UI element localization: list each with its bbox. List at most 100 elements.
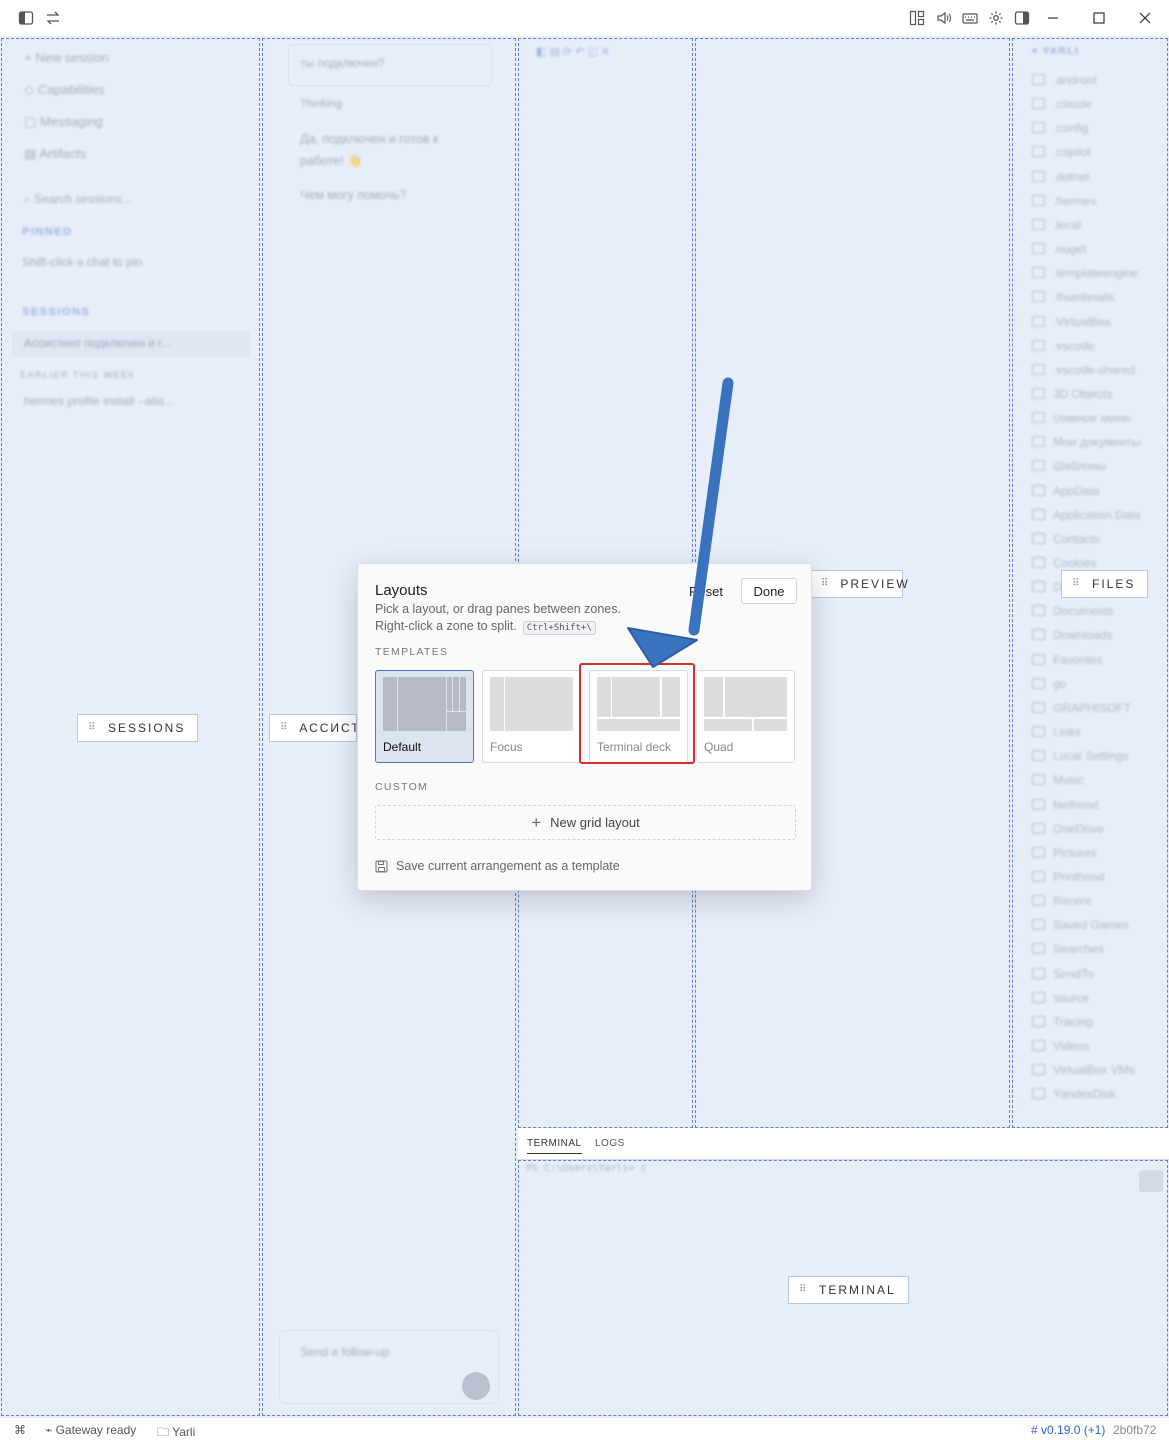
file-list-item[interactable]: .thumbnails <box>1032 290 1114 304</box>
file-list-item[interactable]: Cookies <box>1032 556 1096 570</box>
command-icon[interactable]: ⌘ <box>14 1423 26 1437</box>
file-list-item[interactable]: Application Data <box>1032 508 1140 522</box>
file-list-item[interactable]: Downloads <box>1032 628 1112 642</box>
template-focus[interactable]: Focus <box>482 670 581 763</box>
keyboard-icon[interactable] <box>960 8 980 28</box>
tab-logs[interactable]: LOGS <box>595 1138 625 1149</box>
layout-icon[interactable] <box>907 8 927 28</box>
thinking-label[interactable]: Thinking <box>300 98 342 110</box>
file-list-item[interactable]: .templateengine <box>1032 266 1138 280</box>
file-list-item[interactable]: Pictures <box>1032 846 1096 860</box>
file-list-item[interactable]: VirtualBox VMs <box>1032 1063 1135 1077</box>
file-list-item[interactable]: .VirtualBox <box>1032 315 1111 329</box>
file-list-item[interactable]: Nethood <box>1032 798 1098 812</box>
file-list-item[interactable]: .vscode <box>1032 339 1094 353</box>
file-list-item[interactable]: 3D Objects <box>1032 387 1112 401</box>
file-list-item[interactable]: .claude <box>1032 97 1092 111</box>
shortcut-badge: Ctrl+Shift+\ <box>522 621 596 635</box>
sidebar-toggle-icon[interactable] <box>16 8 36 28</box>
file-list-item[interactable]: Contacts <box>1032 532 1100 546</box>
file-list-item[interactable]: .dotnet <box>1032 170 1090 184</box>
tab-terminal[interactable]: TERMINAL <box>527 1138 582 1154</box>
nav-artifacts[interactable]: ▤ Artifacts <box>24 146 86 162</box>
assistant-message-line1: Да, подключен и готов к <box>300 132 439 146</box>
file-list-item[interactable]: Music <box>1032 773 1084 787</box>
file-list-item[interactable]: Tracing <box>1032 1015 1093 1029</box>
file-list-item[interactable]: GRAPHISOFT <box>1032 701 1131 715</box>
preview-zone-label[interactable]: ⠿ PREVIEW <box>810 570 908 598</box>
drag-handle-icon[interactable]: ⠿ <box>799 1285 807 1295</box>
earlier-session-item[interactable]: hermes profile install --alia... <box>24 394 174 408</box>
title-bar <box>0 0 1169 36</box>
file-list-item[interactable]: .local <box>1032 218 1081 232</box>
maximize-icon[interactable] <box>1089 8 1109 28</box>
file-list-item[interactable]: .nuget <box>1032 242 1086 256</box>
nav-new-session[interactable]: + New session <box>24 50 109 65</box>
file-list-item[interactable]: Searches <box>1032 942 1104 956</box>
version-badge[interactable]: # v0.19.0 (+1) <box>1031 1423 1105 1437</box>
drag-handle-icon[interactable]: ⠿ <box>821 579 828 589</box>
terminal-tabs: TERMINAL LOGS <box>518 1128 1169 1160</box>
file-list-item[interactable]: Documents <box>1032 604 1114 618</box>
file-list-item[interactable]: SendTo <box>1032 967 1094 981</box>
drag-handle-icon[interactable]: ⠿ <box>88 723 96 733</box>
template-quad[interactable]: Quad <box>696 670 795 763</box>
terminal-zone-label[interactable]: ⠿ TERMINAL <box>788 1276 909 1304</box>
file-list-item[interactable]: Printhood <box>1032 870 1104 884</box>
file-list-item[interactable]: .android <box>1032 73 1096 87</box>
file-list-item[interactable]: Recent <box>1032 894 1091 908</box>
file-list-item[interactable]: Local Settings <box>1032 749 1128 763</box>
save-as-template-link[interactable]: Save current arrangement as a template <box>375 859 620 873</box>
folder-icon: 🗀 <box>157 1425 173 1439</box>
file-list-item[interactable]: Links <box>1032 725 1081 739</box>
pinned-header: PINNED <box>22 226 73 238</box>
file-list-item[interactable]: OneDrive <box>1032 822 1104 836</box>
nav-capabilities[interactable]: ◇ Capabilities <box>24 82 105 98</box>
template-preview <box>704 677 788 731</box>
dialog-title: Layouts <box>375 582 428 599</box>
file-list-item[interactable]: Videos <box>1032 1039 1089 1053</box>
send-button[interactable] <box>462 1372 490 1400</box>
minimize-icon[interactable] <box>1043 8 1063 28</box>
workspace-folder[interactable]: 🗀 Yarli <box>157 1423 195 1440</box>
drag-handle-icon[interactable]: ⠿ <box>280 723 287 733</box>
file-list-item[interactable]: Saved Games <box>1032 918 1129 932</box>
file-list-item[interactable]: .hermes <box>1032 194 1096 208</box>
review-toolbar[interactable]: ◧ ▤ ⟳ ↶ ◱ ✕ <box>536 45 610 58</box>
template-name: Focus <box>490 740 523 754</box>
terminal-copy-button[interactable] <box>1139 1170 1163 1192</box>
gateway-status[interactable]: ⌁ Gateway ready <box>45 1423 136 1437</box>
file-list-item[interactable]: YandexDisk <box>1032 1087 1116 1101</box>
new-grid-layout-button[interactable]: + New grid layout <box>375 805 796 840</box>
file-list-item[interactable]: source <box>1032 991 1089 1005</box>
dialog-subtitle-2: Right-click a zone to split. Ctrl+Shift+\ <box>375 619 596 635</box>
panel-right-icon[interactable] <box>1012 8 1032 28</box>
file-list-item[interactable]: главное меню <box>1032 411 1131 425</box>
file-list-item[interactable]: .config <box>1032 121 1088 135</box>
gear-icon[interactable] <box>986 8 1006 28</box>
current-session-item[interactable]: Ассистент подключен и г... <box>24 336 171 350</box>
file-list-item[interactable]: Шаблоны <box>1032 459 1106 473</box>
drag-handle-icon[interactable]: ⠿ <box>1072 579 1080 589</box>
swap-icon[interactable] <box>43 8 63 28</box>
file-list-item[interactable]: go <box>1032 677 1066 691</box>
volume-icon[interactable] <box>934 8 954 28</box>
session-search-input[interactable]: ⌕ Search sessions... <box>24 192 132 207</box>
file-list-item[interactable]: Favorites <box>1032 653 1102 667</box>
file-list-item[interactable]: Мои документы <box>1032 435 1140 449</box>
file-list-item[interactable]: AppData <box>1032 484 1100 498</box>
template-default[interactable]: Default <box>375 670 474 763</box>
file-list-item[interactable]: .copilot <box>1032 145 1091 159</box>
assistant-zone-label[interactable]: ⠿ АССИСТ <box>269 714 357 742</box>
file-list-item[interactable]: .vscode-shared <box>1032 363 1135 377</box>
composer-input[interactable]: Send a follow-up <box>300 1345 389 1359</box>
files-root-header: ▾ YARLI <box>1032 46 1080 57</box>
nav-messaging[interactable]: ▢ Messaging <box>24 114 103 130</box>
terminal-prompt[interactable]: PS C:\Users\Yarli> ▯ <box>526 1163 646 1174</box>
plus-icon: + <box>531 813 542 832</box>
files-zone-label[interactable]: ⠿ FILES <box>1061 570 1149 598</box>
sessions-zone-label[interactable]: ⠿ SESSIONS <box>77 714 199 742</box>
close-icon[interactable] <box>1135 8 1155 28</box>
template-name: Quad <box>704 740 734 754</box>
commit-hash: 2b0fb72 <box>1113 1423 1157 1437</box>
